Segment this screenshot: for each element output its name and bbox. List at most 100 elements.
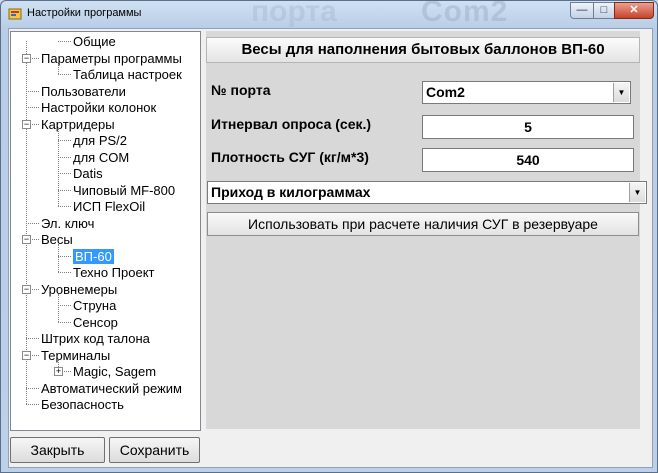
settings-panel: Весы для наполнения бытовых баллонов ВП-… — [206, 31, 647, 429]
tree-item-label: ИСП FlexOil — [73, 199, 146, 214]
port-select[interactable]: Com2 ▼ — [422, 81, 631, 104]
tree-item-label: Общие — [73, 34, 116, 49]
tree-item[interactable]: для COM — [73, 149, 129, 166]
tree-item-label: для PS/2 — [73, 133, 128, 148]
background-window-text-2: порта — [251, 0, 337, 28]
collapse-icon[interactable]: − — [22, 350, 31, 360]
tree-item-label: Сенсор — [73, 314, 118, 330]
tree-connector — [26, 338, 39, 339]
save-button[interactable]: Сохранить — [109, 437, 200, 463]
tree-connector — [26, 387, 39, 389]
tree-item-label: Таблица настроек — [73, 67, 182, 82]
tree-item[interactable]: Весы — [41, 231, 73, 248]
tree-item-label: Терминалы — [41, 347, 111, 363]
settings-window: порта Com2 Настройки программы — □ ✕ Общ… — [0, 0, 658, 473]
tree-item[interactable]: Струна — [73, 297, 116, 314]
tree-item[interactable]: Сенсор — [73, 314, 118, 331]
tree-item[interactable]: Картридеры — [41, 116, 115, 133]
tree-item-label: Чиповый MF-800 — [73, 182, 176, 198]
tree-connector — [58, 140, 71, 141]
tree-item[interactable]: Таблица настроек — [73, 66, 182, 83]
interval-label: Итнервал опроса (сек.) — [211, 116, 372, 132]
expand-icon[interactable]: + — [54, 367, 63, 376]
tree-item[interactable]: Техно Проект — [73, 264, 155, 281]
tree-connector — [58, 173, 71, 174]
tree-item-label: Струна — [73, 298, 117, 313]
tree-item-label: ВП-60 — [73, 248, 114, 264]
tree-connector — [26, 107, 39, 108]
tree-connector — [26, 404, 39, 405]
tree-item[interactable]: Общие — [73, 33, 116, 50]
tree-item[interactable]: ВП-60 — [73, 248, 114, 265]
collapse-icon[interactable]: − — [22, 53, 31, 63]
tree-item-label: Datis — [73, 166, 103, 181]
tree-item[interactable]: Штрих код талона — [41, 330, 150, 347]
tree-item-label: Автоматический режим — [41, 380, 182, 396]
tree-item[interactable]: Автоматический режим — [41, 380, 182, 397]
port-select-value: Com2 — [426, 84, 465, 100]
tree-connector — [58, 41, 71, 42]
close-icon: ✕ — [629, 4, 639, 16]
background-window-text: Com2 — [421, 0, 509, 28]
tree-item[interactable]: Терминалы — [41, 347, 110, 364]
tree-connector — [26, 222, 39, 224]
client-area: Общие − Параметры программы Таблица настрое… — [8, 28, 653, 468]
tree-item[interactable]: Magic, Sagem — [73, 363, 156, 380]
tree-item[interactable]: Настройки колонок — [41, 99, 156, 116]
tree-connector — [26, 90, 39, 92]
tree-connector — [58, 189, 71, 191]
tree-item-label: Настройки колонок — [41, 100, 157, 115]
tree-item[interactable]: Чиповый MF-800 — [73, 182, 175, 199]
tree-connector — [58, 156, 71, 158]
density-input[interactable]: 540 — [422, 148, 634, 172]
tree-connector — [58, 74, 71, 75]
settings-tree[interactable]: Общие − Параметры программы Таблица настрое… — [10, 31, 201, 431]
tree-item[interactable]: Безопасность — [41, 396, 124, 413]
port-label: № порта — [211, 82, 271, 98]
mode-select-value: Приход в килограммах — [211, 184, 371, 200]
tree-item-label: Безопасность — [41, 397, 124, 412]
maximize-icon: □ — [600, 4, 608, 16]
mode-select[interactable]: Приход в килограммах ▼ — [207, 181, 647, 204]
chevron-down-icon[interactable]: ▼ — [629, 183, 645, 202]
tree-item-label: Параметры программы — [41, 50, 182, 66]
close-window-button[interactable]: ✕ — [614, 2, 654, 19]
tree-item[interactable]: Эл. ключ — [41, 215, 94, 232]
tree-item-label: Уровнемеры — [41, 281, 118, 297]
collapse-icon[interactable]: − — [22, 119, 31, 129]
collapse-icon[interactable]: − — [22, 284, 31, 294]
chevron-down-icon[interactable]: ▼ — [613, 83, 629, 102]
tree-item-label: Пользователи — [41, 83, 126, 99]
tree-item-label: Техно Проект — [73, 265, 155, 280]
collapse-icon[interactable]: − — [22, 235, 31, 244]
tree-item[interactable]: Пользователи — [41, 83, 126, 100]
interval-input[interactable]: 5 — [422, 115, 634, 139]
tree-connector — [58, 321, 71, 323]
tree-item[interactable]: Datis — [73, 165, 103, 182]
window-title: Настройки программы — [27, 7, 142, 19]
close-button[interactable]: Закрыть — [10, 437, 105, 463]
tree-item-label: Эл. ключ — [41, 215, 95, 231]
tree-item[interactable]: Уровнемеры — [41, 281, 117, 298]
tree-item-label: для COM — [73, 149, 130, 165]
minimize-button[interactable]: — — [570, 2, 594, 19]
tree-item[interactable]: ИСП FlexOil — [73, 198, 145, 215]
tree-item[interactable]: Параметры программы — [41, 50, 182, 67]
tree-connector — [58, 255, 71, 257]
density-label: Плотность СУГ (кг/м*3) — [211, 149, 369, 165]
tree-branch-line — [58, 244, 59, 272]
tree-item-label: Весы — [41, 232, 73, 247]
tree-item-label: Magic, Sagem — [73, 364, 157, 379]
app-icon — [8, 8, 22, 20]
use-in-reservoir-button[interactable]: Использовать при расчете наличия СУГ в р… — [207, 212, 639, 236]
tree-branch-line — [58, 293, 59, 322]
tree-item-label: Картридеры — [41, 116, 115, 132]
tree-connector — [58, 272, 71, 273]
tree-item[interactable]: для PS/2 — [73, 132, 127, 149]
tree-connector — [58, 305, 71, 306]
panel-title: Весы для наполнения бытовых баллонов ВП-… — [206, 37, 640, 63]
maximize-button[interactable]: □ — [593, 2, 615, 19]
tree-item-label: Штрих код талона — [41, 331, 150, 346]
title-bar[interactable]: порта Com2 Настройки программы — □ ✕ — [1, 0, 657, 28]
minimize-icon: — — [576, 4, 588, 16]
